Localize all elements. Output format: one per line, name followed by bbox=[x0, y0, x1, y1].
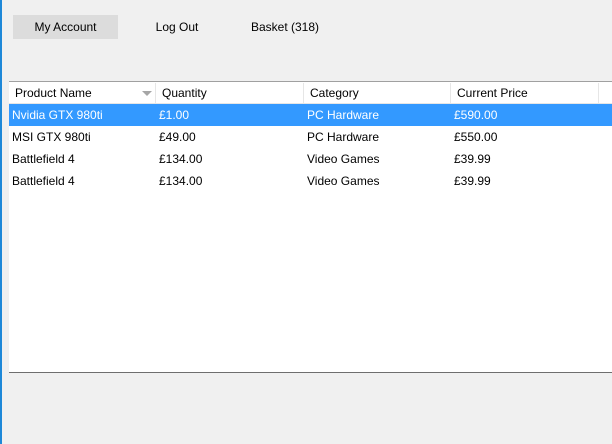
table-row[interactable]: Battlefield 4 £134.00 Video Games £39.99 bbox=[9, 148, 612, 170]
column-header-label: Current Price bbox=[457, 86, 528, 100]
cell-category: Video Games bbox=[307, 174, 380, 188]
cell-quantity: £134.00 bbox=[159, 174, 203, 188]
cell-category: PC Hardware bbox=[307, 108, 380, 122]
column-header-quantity[interactable]: Quantity bbox=[156, 83, 304, 103]
column-header-label: Product Name bbox=[15, 86, 92, 100]
table-header: Product Name Quantity Category Current P… bbox=[9, 83, 612, 104]
table-row[interactable]: Battlefield 4 £134.00 Video Games £39.99 bbox=[9, 170, 612, 192]
log-out-button[interactable]: Log Out bbox=[141, 15, 213, 39]
table-row[interactable]: MSI GTX 980ti £49.00 PC Hardware £550.00 bbox=[9, 126, 612, 148]
column-header-label: Category bbox=[310, 86, 359, 100]
products-table[interactable]: Product Name Quantity Category Current P… bbox=[9, 81, 612, 373]
basket-button[interactable]: Basket (318) bbox=[248, 15, 322, 39]
cell-product-name: Battlefield 4 bbox=[12, 174, 75, 188]
cell-current-price: £39.99 bbox=[454, 174, 491, 188]
window-left-border bbox=[0, 0, 2, 444]
my-account-button[interactable]: My Account bbox=[13, 15, 118, 39]
cell-product-name: Nvidia GTX 980ti bbox=[12, 108, 103, 122]
cell-product-name: Battlefield 4 bbox=[12, 152, 75, 166]
cell-current-price: £550.00 bbox=[454, 130, 498, 144]
cell-quantity: £49.00 bbox=[159, 130, 196, 144]
column-header-category[interactable]: Category bbox=[304, 83, 451, 103]
cell-quantity: £134.00 bbox=[159, 152, 203, 166]
cell-product-name: MSI GTX 980ti bbox=[12, 130, 91, 144]
cell-category: Video Games bbox=[307, 152, 380, 166]
column-header-current-price[interactable]: Current Price bbox=[451, 83, 599, 103]
cell-current-price: £590.00 bbox=[454, 108, 498, 122]
column-header-label: Quantity bbox=[162, 86, 207, 100]
cell-current-price: £39.99 bbox=[454, 152, 491, 166]
cell-category: PC Hardware bbox=[307, 130, 380, 144]
cell-quantity: £1.00 bbox=[159, 108, 190, 122]
table-row[interactable]: Nvidia GTX 980ti £1.00 PC Hardware £590.… bbox=[9, 104, 612, 126]
chevron-down-icon bbox=[142, 91, 152, 96]
column-header-product-name[interactable]: Product Name bbox=[9, 83, 156, 103]
